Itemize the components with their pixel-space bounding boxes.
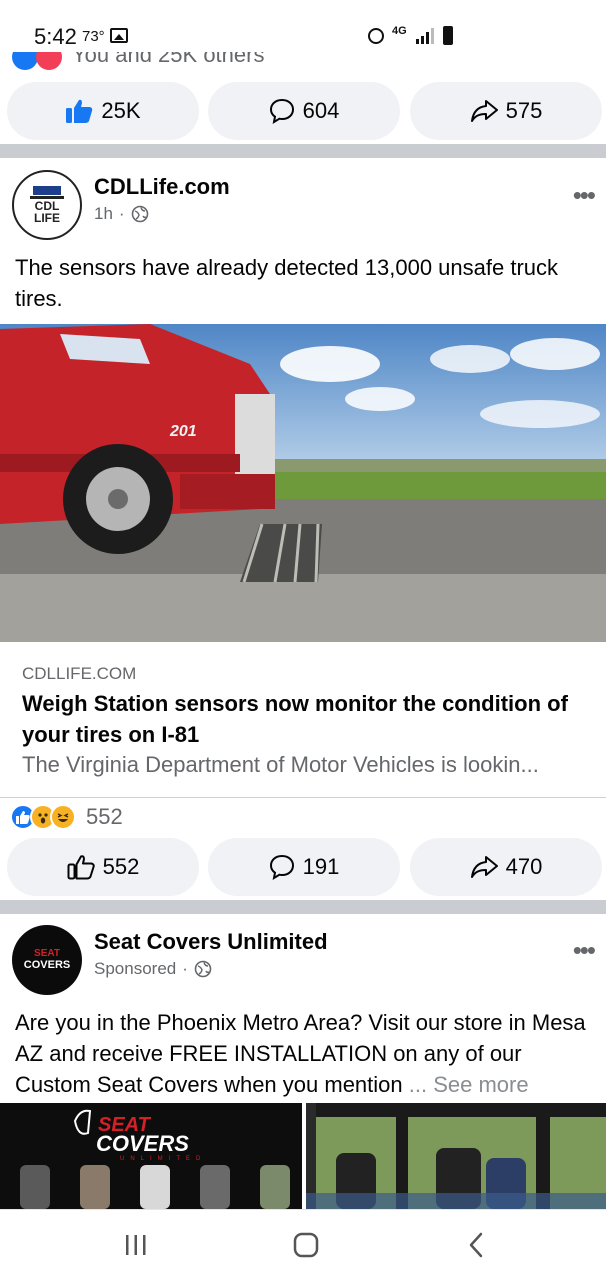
- more-options-icon[interactable]: •••: [573, 180, 596, 211]
- post-meta: 1h ·: [94, 204, 149, 224]
- previous-post-action-bar: 25K 604 575: [0, 82, 606, 144]
- share-count: 470: [505, 854, 543, 879]
- ad-image-seat-covers-banner[interactable]: SEAT COVERS UNLIMITED: [0, 1103, 302, 1209]
- comment-icon: [269, 854, 294, 880]
- status-bar: 5:42 73° 4G: [0, 0, 606, 52]
- see-more-link[interactable]: ... See more: [409, 1072, 529, 1097]
- page-name[interactable]: Seat Covers Unlimited: [94, 929, 328, 955]
- back-button[interactable]: [446, 1228, 506, 1262]
- home-button[interactable]: [276, 1228, 336, 1262]
- banner-line3: UNLIMITED: [120, 1156, 206, 1162]
- post-header: CDL LIFE CDLLife.com 1h · •••: [0, 160, 606, 240]
- page-avatar[interactable]: SEAT COVERS: [12, 925, 82, 995]
- battery-icon: [443, 26, 453, 45]
- share-button[interactable]: 575: [410, 82, 602, 140]
- ad-image-gallery: SEAT COVERS UNLIMITED: [0, 1103, 606, 1209]
- alarm-icon: [368, 28, 384, 44]
- share-count: 575: [505, 98, 543, 123]
- status-temperature: 73°: [82, 28, 105, 45]
- post-text: The sensors have already detected 13,000…: [15, 255, 559, 311]
- page-name[interactable]: CDLLife.com: [94, 174, 230, 200]
- status-time: 5:42: [34, 24, 77, 49]
- recent-apps-button[interactable]: [106, 1228, 166, 1262]
- jeep-interior-photo: [306, 1103, 606, 1209]
- comment-button[interactable]: 191: [208, 838, 400, 896]
- home-icon: [293, 1232, 319, 1258]
- more-options-icon[interactable]: •••: [573, 935, 596, 966]
- globe-icon: [131, 205, 148, 223]
- truck-on-scale-photo: 201: [0, 324, 606, 642]
- system-navigation-bar: [0, 1209, 606, 1280]
- comment-count: 604: [302, 98, 340, 123]
- thumbs-up-icon: [67, 855, 95, 880]
- post-meta: Sponsored ·: [94, 959, 212, 979]
- reaction-count: 552: [86, 804, 123, 829]
- network-type: 4G: [392, 25, 407, 37]
- recent-apps-icon: [126, 1235, 146, 1255]
- share-icon: [470, 856, 498, 878]
- comment-button[interactable]: 604: [208, 82, 400, 140]
- like-reaction-icon: [12, 52, 38, 70]
- like-count: 552: [102, 854, 140, 879]
- avatar-text-bottom: LIFE: [34, 211, 60, 225]
- post-time[interactable]: 1h: [94, 204, 113, 224]
- signal-icon: [416, 28, 434, 44]
- reactions-summary[interactable]: 552: [10, 802, 123, 832]
- banner-line2: COVERS: [96, 1131, 189, 1156]
- page-avatar[interactable]: CDL LIFE: [12, 170, 82, 240]
- image-notification-icon: [110, 28, 128, 43]
- reactions-summary-text: You and 25K others: [72, 52, 265, 67]
- globe-icon: [194, 960, 212, 978]
- post-header: SEAT COVERS Seat Covers Unlimited Sponso…: [0, 915, 606, 995]
- like-button[interactable]: 552: [7, 838, 199, 896]
- feed-separator: [0, 144, 606, 158]
- link-domain: CDLLIFE.COM: [22, 664, 137, 683]
- back-icon: [469, 1232, 483, 1258]
- post-action-bar: 552 191 470: [0, 838, 606, 900]
- truck-logo-icon: [30, 186, 64, 199]
- seat-covers-banner-art: SEAT COVERS UNLIMITED: [0, 1103, 302, 1209]
- avatar-text-bottom: COVERS: [23, 959, 71, 971]
- post-text: Are you in the Phoenix Metro Area? Visit…: [15, 1007, 600, 1100]
- like-count: 25K: [101, 98, 141, 123]
- avatar-text-top: SEAT: [34, 948, 60, 959]
- link-title: Weigh Station sensors now monitor the co…: [22, 691, 568, 747]
- thumbs-up-filled-icon: [66, 99, 93, 123]
- comment-count: 191: [302, 854, 340, 879]
- sponsored-label[interactable]: Sponsored: [94, 959, 176, 979]
- love-reaction-icon: [36, 52, 62, 70]
- meta-dot: ·: [118, 204, 125, 223]
- link-preview-card[interactable]: CDLLIFE.COM Weigh Station sensors now mo…: [0, 642, 606, 798]
- share-button[interactable]: 470: [410, 838, 602, 896]
- link-preview-image[interactable]: 201: [0, 324, 606, 642]
- like-button[interactable]: 25K: [7, 82, 199, 140]
- previous-post-reactions[interactable]: You and 25K others: [0, 52, 606, 74]
- meta-dot: ·: [182, 959, 188, 978]
- haha-reaction-icon: [50, 804, 76, 830]
- truck-number-text: 201: [169, 423, 197, 440]
- link-description: The Virginia Department of Motor Vehicle…: [22, 752, 539, 777]
- feed-separator: [0, 900, 606, 914]
- share-icon: [470, 100, 498, 122]
- comment-icon: [269, 98, 294, 124]
- ad-image-jeep-interior[interactable]: [306, 1103, 606, 1209]
